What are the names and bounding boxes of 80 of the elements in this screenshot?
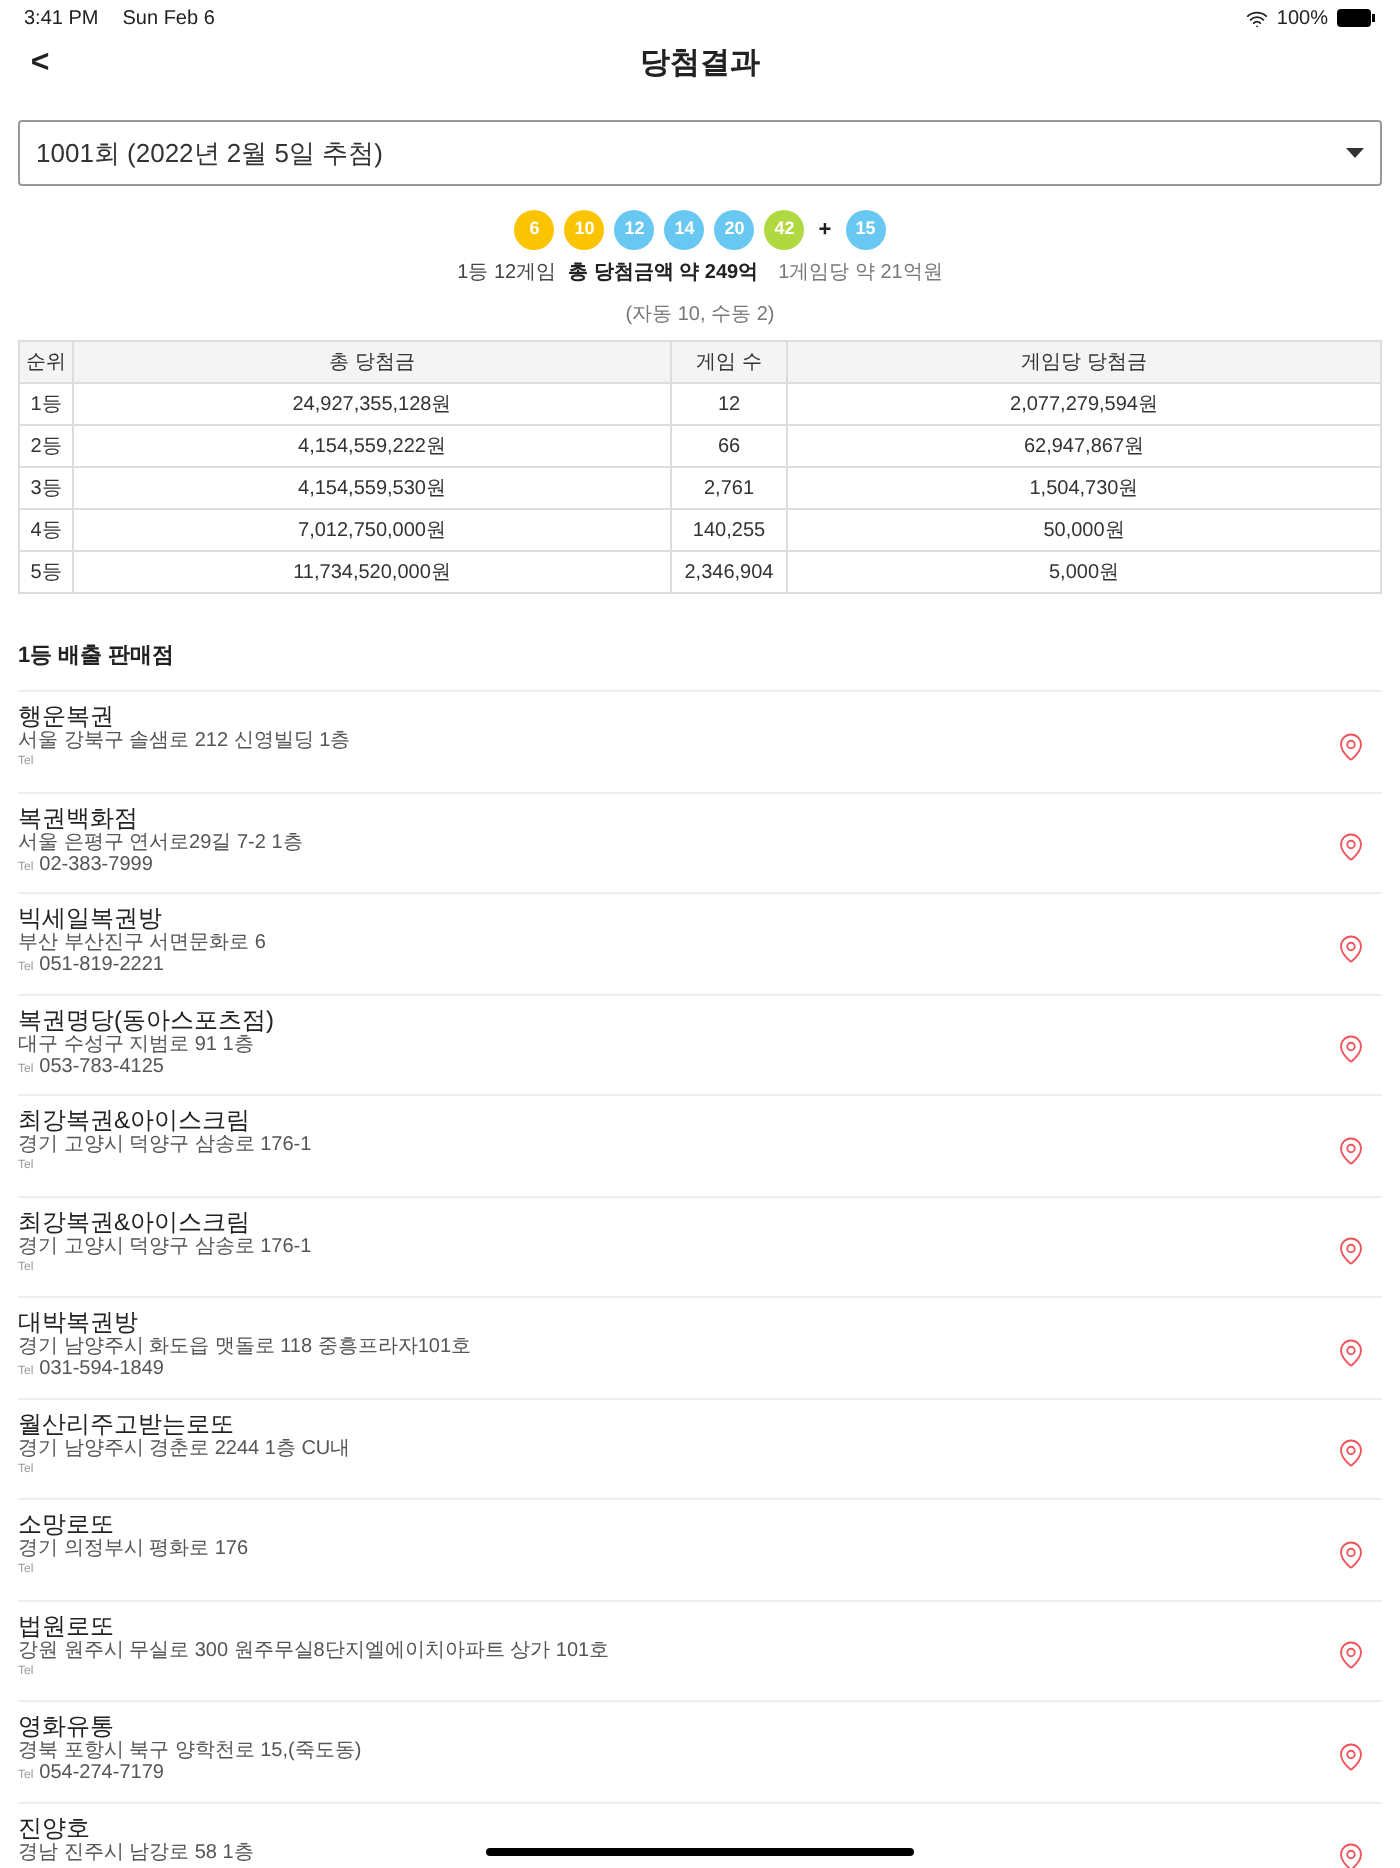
total-prize: 총 당첨금액 약 249억 (568, 260, 759, 288)
plus-sign: + (818, 215, 832, 246)
store-name: 대박복권방 (18, 1308, 140, 1336)
store-address: 경기 고양시 덕양구 삼송로 176-1 (18, 1235, 312, 1257)
store-name: 행운복권 (18, 702, 116, 730)
map-pin-icon[interactable] (1336, 1741, 1366, 1772)
map-pin-icon[interactable] (1336, 1135, 1366, 1166)
section-title: 1등 배출 판매점 (18, 644, 175, 668)
map-pin-icon[interactable] (1336, 933, 1366, 964)
table-cell: 66 (671, 425, 787, 467)
map-pin-icon[interactable] (1336, 731, 1366, 762)
table-cell: 24,927,355,128원 (73, 383, 671, 425)
table-cell: 2,346,904 (671, 551, 787, 593)
map-pin-icon[interactable] (1336, 1842, 1366, 1868)
store-address: 경기 고양시 덕양구 삼송로 176-1 (18, 1134, 312, 1156)
table-cell: 2,761 (671, 467, 787, 509)
table-cell: 3등 (19, 467, 73, 509)
winners-count: 1등 12게임 (457, 260, 557, 288)
battery-icon (1336, 8, 1376, 28)
column-header: 게임 수 (671, 341, 787, 383)
column-header: 게임당 당첨금 (787, 341, 1381, 383)
store-address: 대구 수성구 지범로 91 1층 (18, 1033, 256, 1055)
auto-manual-split: (자동 10, 수동 2) (625, 302, 775, 330)
store-address: 서울 은평구 연서로29길 7-2 1층 (18, 831, 303, 853)
store-address: 경기 남양주시 화도읍 맷돌로 118 중흥프라자101호 (18, 1336, 472, 1358)
store-phone: 02-383-7999 (39, 853, 153, 875)
store-name: 최강복권&아이스크림 (18, 1106, 253, 1134)
store-name: 진양호 (18, 1813, 92, 1841)
table-cell: 12 (671, 383, 787, 425)
map-pin-icon[interactable] (1336, 1539, 1366, 1570)
map-pin-icon[interactable] (1336, 832, 1366, 863)
map-pin-icon[interactable] (1336, 1034, 1366, 1065)
status-date: Sun Feb 6 (122, 5, 215, 33)
store-name: 최강복권&아이스크림 (18, 1207, 253, 1235)
store-address: 경기 의정부시 평화로 176 (18, 1538, 249, 1560)
store-address: 경기 남양주시 경춘로 2244 1층 CU내 (18, 1437, 351, 1459)
store-name: 빅세일복권방 (18, 904, 164, 932)
table-cell: 7,012,750,000원 (73, 509, 671, 551)
page-title: 당첨결과 (640, 46, 760, 80)
status-time: 3:41 PM (24, 5, 99, 33)
wifi-icon (1246, 7, 1269, 29)
dropdown-caret-icon (1346, 148, 1364, 158)
store-name: 복권백화점 (18, 803, 140, 831)
column-header: 순위 (19, 341, 73, 383)
store-address: 강원 원주시 무실로 300 원주무실8단지엘에이치아파트 상가 101호 (18, 1639, 610, 1661)
table-cell: 4,154,559,530원 (73, 467, 671, 509)
map-pin-icon[interactable] (1336, 1438, 1366, 1469)
table-cell: 50,000원 (787, 509, 1381, 551)
table-cell: 140,255 (671, 509, 787, 551)
table-cell: 5,000원 (787, 551, 1381, 593)
store-phone: 054-274-7179 (39, 1762, 164, 1784)
store-name: 소망로또 (18, 1510, 116, 1538)
store-name: 복권명당(동아스포츠점) (18, 1005, 274, 1033)
store-address: 서울 강북구 솔샘로 212 신영빌딩 1층 (18, 730, 351, 752)
table-cell: 4등 (19, 509, 73, 551)
table-cell: 4,154,559,222원 (73, 425, 671, 467)
map-pin-icon[interactable] (1336, 1236, 1366, 1267)
store-name: 영화유통 (18, 1712, 116, 1740)
store-name: 법원로또 (18, 1611, 116, 1639)
map-pin-icon[interactable] (1336, 1640, 1366, 1671)
table-cell: 2,077,279,594원 (787, 383, 1381, 425)
table-cell: 62,947,867원 (787, 425, 1381, 467)
per-game-prize: 1게임당 약 21억원 (778, 260, 943, 288)
battery-percent: 100% (1276, 5, 1328, 33)
store-address: 부산 부산진구 서면문화로 6 (18, 932, 266, 954)
store-phone: 051-819-2221 (39, 954, 164, 976)
store-address: 경남 진주시 남강로 58 1층 (18, 1841, 254, 1863)
store-name: 월산리주고받는로또 (18, 1409, 236, 1437)
table-cell: 1등 (19, 383, 73, 425)
store-phone: 031-594-1849 (39, 1358, 164, 1380)
table-cell: 11,734,520,000원 (73, 551, 671, 593)
round-dropdown[interactable]: 1001회 (2022년 2월 5일 추첨) (18, 120, 1382, 186)
map-pin-icon[interactable] (1336, 1337, 1366, 1368)
table-cell: 5등 (19, 551, 73, 593)
store-phone: 053-783-4125 (39, 1055, 164, 1077)
table-cell: 1,504,730원 (787, 467, 1381, 509)
store-address: 경북 포항시 북구 양학천로 15,(죽도동) (18, 1740, 362, 1762)
column-header: 총 당첨금 (73, 341, 671, 383)
table-cell: 2등 (19, 425, 73, 467)
back-button[interactable]: < (24, 40, 56, 88)
